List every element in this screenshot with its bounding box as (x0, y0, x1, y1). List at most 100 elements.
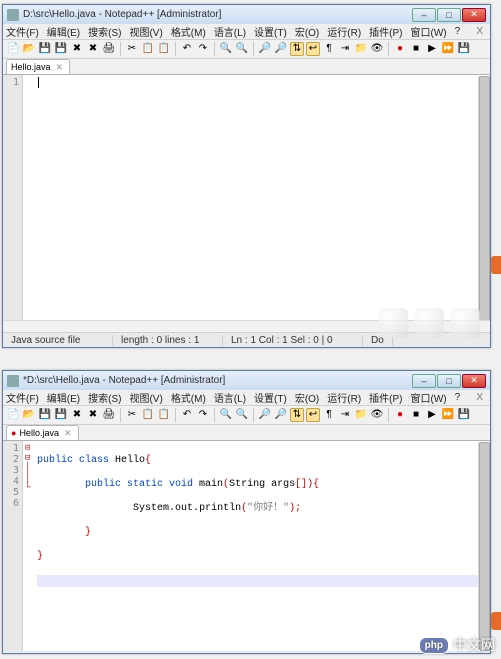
show-chars-icon[interactable]: ¶ (322, 408, 336, 422)
save-macro-icon[interactable]: 💾 (457, 42, 471, 56)
monitor-icon[interactable]: 👁 (370, 42, 384, 56)
new-file-icon[interactable]: 📄 (6, 42, 20, 56)
print-icon[interactable]: 🖨 (102, 42, 116, 56)
vertical-scrollbar[interactable] (478, 442, 490, 651)
menu-format[interactable]: 格式(M) (171, 390, 206, 405)
open-file-icon[interactable]: 📂 (22, 408, 36, 422)
menu-file[interactable]: 文件(F) (6, 390, 39, 405)
maximize-button[interactable]: □ (437, 374, 461, 388)
stop-icon[interactable]: ■ (409, 42, 423, 56)
wrap-icon[interactable]: ↩ (306, 42, 320, 56)
menu-lang[interactable]: 语言(L) (214, 390, 246, 405)
menu-help[interactable]: ? (455, 392, 461, 403)
minimize-button[interactable]: – (412, 8, 436, 22)
find-icon[interactable]: 🔍 (219, 408, 233, 422)
file-tab[interactable]: ● Hello.java ✕ (6, 425, 79, 440)
indent-guide-icon[interactable]: ⇥ (338, 42, 352, 56)
close-file-icon[interactable]: ✖ (70, 42, 84, 56)
menu-edit[interactable]: 编辑(E) (47, 390, 80, 405)
save-all-icon[interactable]: 💾 (54, 408, 68, 422)
menu-plugins[interactable]: 插件(P) (369, 390, 402, 405)
monitor-icon[interactable]: 👁 (370, 408, 384, 422)
file-tab[interactable]: Hello.java ✕ (6, 59, 70, 74)
menu-macro[interactable]: 宏(O) (295, 24, 319, 39)
menu-help[interactable]: ? (455, 26, 461, 37)
show-chars-icon[interactable]: ¶ (322, 42, 336, 56)
undo-icon[interactable]: ↶ (180, 408, 194, 422)
tab-close-icon[interactable]: ✕ (56, 62, 64, 73)
paste-icon[interactable]: 📋 (157, 408, 171, 422)
sync-scroll-icon[interactable]: ⇅ (290, 42, 304, 56)
maximize-button[interactable]: □ (437, 8, 461, 22)
redo-icon[interactable]: ↷ (196, 42, 210, 56)
menu-edit[interactable]: 编辑(E) (47, 24, 80, 39)
open-file-icon[interactable]: 📂 (22, 42, 36, 56)
menu-lang[interactable]: 语言(L) (214, 24, 246, 39)
save-all-icon[interactable]: 💾 (54, 42, 68, 56)
menu-settings[interactable]: 设置(T) (254, 24, 287, 39)
editor-area[interactable]: 1 (3, 75, 490, 327)
close-file-icon[interactable]: ✖ (70, 408, 84, 422)
zoom-in-icon[interactable]: 🔎 (258, 42, 272, 56)
menu-run[interactable]: 运行(R) (327, 390, 361, 405)
close-all-icon[interactable]: ✖ (86, 408, 100, 422)
close-button[interactable]: ✕ (462, 374, 486, 388)
menu-view[interactable]: 视图(V) (129, 24, 162, 39)
redo-icon[interactable]: ↷ (196, 408, 210, 422)
menu-window[interactable]: 窗口(W) (411, 24, 447, 39)
code-area[interactable]: public class Hello{ public static void m… (23, 441, 490, 651)
code-line: public class Hello{ (37, 455, 486, 467)
menu-close-x[interactable]: X (476, 26, 487, 37)
vertical-scrollbar[interactable] (478, 76, 490, 331)
menu-close-x[interactable]: X (476, 392, 487, 403)
menu-settings[interactable]: 设置(T) (254, 390, 287, 405)
undo-icon[interactable]: ↶ (180, 42, 194, 56)
cut-icon[interactable]: ✂ (125, 408, 139, 422)
replace-icon[interactable]: 🔍 (235, 408, 249, 422)
copy-icon[interactable]: 📋 (141, 42, 155, 56)
copy-icon[interactable]: 📋 (141, 408, 155, 422)
save-icon[interactable]: 💾 (38, 42, 52, 56)
print-icon[interactable]: 🖨 (102, 408, 116, 422)
side-tab-icon (491, 612, 501, 630)
fast-icon[interactable]: ⏩ (441, 42, 455, 56)
cut-icon[interactable]: ✂ (125, 42, 139, 56)
find-icon[interactable]: 🔍 (219, 42, 233, 56)
sync-scroll-icon[interactable]: ⇅ (290, 408, 304, 422)
zoom-out-icon[interactable]: 🔎 (274, 42, 288, 56)
record-icon[interactable]: ● (393, 408, 407, 422)
save-macro-icon[interactable]: 💾 (457, 408, 471, 422)
fast-icon[interactable]: ⏩ (441, 408, 455, 422)
record-icon[interactable]: ● (393, 42, 407, 56)
menu-plugins[interactable]: 插件(P) (369, 24, 402, 39)
titlebar[interactable]: D:\src\Hello.java - Notepad++ [Administr… (3, 5, 490, 24)
wrap-icon[interactable]: ↩ (306, 408, 320, 422)
titlebar[interactable]: *D:\src\Hello.java - Notepad++ [Administ… (3, 371, 490, 390)
new-file-icon[interactable]: 📄 (6, 408, 20, 422)
menu-view[interactable]: 视图(V) (129, 390, 162, 405)
folder-icon[interactable]: 📁 (354, 42, 368, 56)
menu-window[interactable]: 窗口(W) (411, 390, 447, 405)
menu-format[interactable]: 格式(M) (171, 24, 206, 39)
replace-icon[interactable]: 🔍 (235, 42, 249, 56)
zoom-in-icon[interactable]: 🔎 (258, 408, 272, 422)
editor-area[interactable]: 1 2 3 4 5 6 ⊟ ⊟ │ │ └ public class Hello… (3, 441, 490, 651)
paste-icon[interactable]: 📋 (157, 42, 171, 56)
minimize-button[interactable]: – (412, 374, 436, 388)
menu-run[interactable]: 运行(R) (327, 24, 361, 39)
stop-icon[interactable]: ■ (409, 408, 423, 422)
play-icon[interactable]: ▶ (425, 408, 439, 422)
close-all-icon[interactable]: ✖ (86, 42, 100, 56)
zoom-out-icon[interactable]: 🔎 (274, 408, 288, 422)
menu-search[interactable]: 搜索(S) (88, 24, 121, 39)
folder-icon[interactable]: 📁 (354, 408, 368, 422)
save-icon[interactable]: 💾 (38, 408, 52, 422)
play-icon[interactable]: ▶ (425, 42, 439, 56)
tab-close-icon[interactable]: ✕ (64, 428, 72, 439)
menu-search[interactable]: 搜索(S) (88, 390, 121, 405)
indent-guide-icon[interactable]: ⇥ (338, 408, 352, 422)
menu-file[interactable]: 文件(F) (6, 24, 39, 39)
menu-macro[interactable]: 宏(O) (295, 390, 319, 405)
close-button[interactable]: ✕ (462, 8, 486, 22)
code-area[interactable] (23, 75, 490, 327)
